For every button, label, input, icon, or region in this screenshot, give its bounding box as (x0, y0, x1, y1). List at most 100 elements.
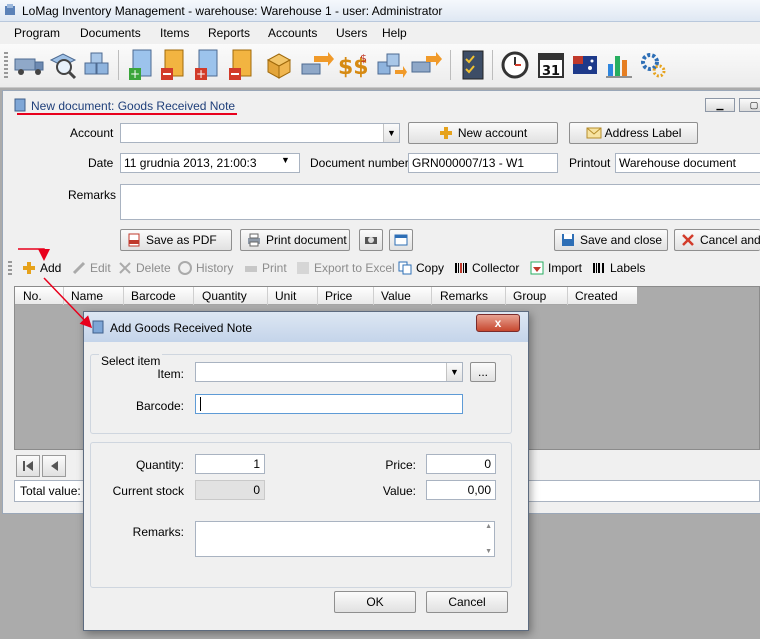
truck-icon[interactable] (12, 48, 46, 82)
dialog-remarks-field[interactable]: ▲ ▼ (195, 521, 495, 557)
truck-forward-icon[interactable] (410, 48, 444, 82)
add-red-item-icon[interactable]: + (190, 48, 224, 82)
menu-bar: Program Documents Items Reports Accounts… (0, 22, 760, 44)
chevron-down-icon[interactable]: ▼ (446, 363, 462, 381)
floppy-disk-icon (561, 233, 575, 247)
value-input[interactable]: 0,00 (426, 480, 496, 500)
chevron-down-icon[interactable]: ▼ (383, 124, 399, 142)
gears-icon[interactable] (636, 48, 670, 82)
chevron-down-icon[interactable]: ▼ (281, 155, 290, 165)
truck-transfer-icon[interactable] (300, 48, 334, 82)
document-title: New document: Goods Received Note (31, 99, 236, 113)
search-warehouse-icon[interactable] (46, 48, 80, 82)
dialog-close-button[interactable]: x (476, 314, 520, 332)
checklist-icon[interactable] (456, 48, 490, 82)
app-title: LoMag Inventory Management - warehouse: … (22, 4, 443, 18)
minimize-button[interactable]: ▁ (705, 98, 735, 112)
date-picker[interactable]: 11 grudnia 2013, 21:00:3 ▼ (120, 153, 300, 173)
remarks-label: Remarks (68, 188, 117, 202)
boxes-transfer-icon[interactable] (374, 48, 408, 82)
price-input[interactable]: 0 (426, 454, 496, 474)
column-price[interactable]: Price (325, 289, 352, 303)
chart-icon[interactable] (602, 48, 636, 82)
box-icon[interactable] (262, 48, 296, 82)
menu-program[interactable]: Program (14, 26, 60, 40)
column-name[interactable]: Name (71, 289, 103, 303)
column-value[interactable]: Value (381, 289, 411, 303)
column-barcode[interactable]: Barcode (131, 289, 176, 303)
menu-accounts[interactable]: Accounts (268, 26, 317, 40)
document-icon (92, 320, 104, 334)
total-value-label: Total value: (20, 484, 81, 498)
ok-button[interactable]: OK (334, 591, 416, 613)
export-excel-button[interactable]: Export to Excel (296, 261, 395, 275)
scroll-down-icon[interactable]: ▼ (485, 548, 492, 555)
column-quantity[interactable]: Quantity (202, 289, 247, 303)
quantity-input[interactable]: 1 (195, 454, 265, 474)
maximize-button[interactable]: ▢ (739, 98, 760, 112)
print-settings-button[interactable] (359, 229, 383, 251)
money-icon[interactable]: $$ $ (336, 48, 370, 82)
svg-text:+: + (196, 67, 206, 81)
grid-header: No. Name Barcode Quantity Unit Price Val… (15, 287, 637, 305)
print-button[interactable]: Print (244, 261, 287, 275)
column-remarks[interactable]: Remarks (440, 289, 488, 303)
print-document-button[interactable]: Print document (240, 229, 350, 251)
menu-users[interactable]: Users (336, 26, 367, 40)
address-label-button[interactable]: Address Label (569, 122, 698, 144)
new-account-button[interactable]: New account (408, 122, 558, 144)
account-combo[interactable]: ▼ (120, 123, 400, 143)
toolbar-grip[interactable] (4, 52, 8, 80)
main-toolbar: + + $$ $ 31 (0, 44, 760, 88)
labels-button[interactable]: Labels (592, 261, 645, 275)
barcode-input[interactable] (195, 394, 463, 414)
remarks-field[interactable] (120, 184, 760, 220)
column-no[interactable]: No. (23, 289, 42, 303)
value-label: Value: (382, 484, 416, 498)
app-titlebar: LoMag Inventory Management - warehouse: … (0, 0, 760, 22)
menu-help[interactable]: Help (382, 26, 407, 40)
menu-documents[interactable]: Documents (80, 26, 141, 40)
price-label: Price: (385, 458, 416, 472)
flag-icon[interactable] (568, 48, 602, 82)
window-button[interactable] (389, 229, 413, 251)
import-button[interactable]: Import (530, 261, 582, 275)
add-item-icon[interactable]: + (124, 48, 158, 82)
menu-items[interactable]: Items (160, 26, 189, 40)
column-unit[interactable]: Unit (275, 289, 296, 303)
menu-reports[interactable]: Reports (208, 26, 250, 40)
collector-button[interactable]: Collector (454, 261, 519, 275)
barcode-label-icon (592, 261, 606, 275)
scroll-up-icon[interactable]: ▲ (485, 523, 492, 530)
cancel-close-button[interactable]: Cancel and c (674, 229, 760, 251)
browse-item-button[interactable]: ... (470, 362, 496, 382)
item-label: Item: (157, 367, 184, 381)
previous-record-button[interactable] (42, 455, 66, 477)
barcode-icon (454, 261, 468, 275)
remove-orange-item-icon[interactable] (224, 48, 258, 82)
edit-button[interactable]: Edit (72, 261, 111, 275)
first-record-button[interactable] (16, 455, 40, 477)
column-created[interactable]: Created (575, 289, 618, 303)
dialog-title: Add Goods Received Note (110, 321, 253, 335)
document-number-field[interactable]: GRN000007/13 - W1 (408, 153, 558, 173)
add-button[interactable]: Add (22, 261, 61, 275)
save-close-button[interactable]: Save and close (554, 229, 668, 251)
clock-icon[interactable] (498, 48, 532, 82)
barcode-label: Barcode: (135, 399, 184, 413)
history-button[interactable]: History (178, 261, 233, 275)
copy-icon (398, 261, 412, 275)
save-pdf-button[interactable]: Save as PDF (120, 229, 232, 251)
remove-item-icon[interactable] (156, 48, 190, 82)
cancel-button[interactable]: Cancel (426, 591, 508, 613)
delete-button[interactable]: Delete (118, 261, 171, 275)
item-combo[interactable]: ▼ (195, 362, 463, 382)
current-stock-value: 0 (195, 480, 265, 500)
copy-button[interactable]: Copy (398, 261, 444, 275)
boxes-icon[interactable] (80, 48, 114, 82)
window-icon (394, 233, 408, 247)
delete-x-icon (118, 261, 132, 275)
printout-combo[interactable]: Warehouse document (615, 153, 760, 173)
calendar-icon[interactable]: 31 (534, 48, 568, 82)
column-group[interactable]: Group (513, 289, 546, 303)
